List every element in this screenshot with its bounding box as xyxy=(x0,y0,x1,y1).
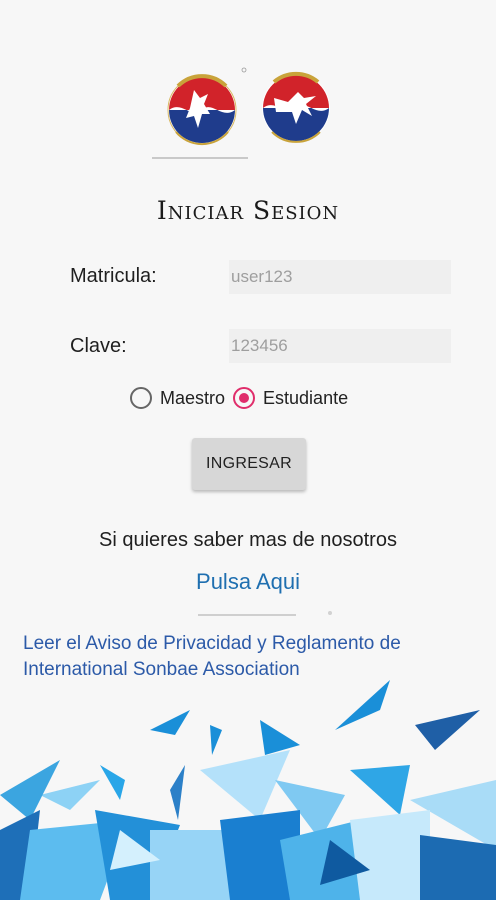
logos xyxy=(150,62,350,166)
association-logo-icon xyxy=(152,67,330,159)
estudiante-radio-label[interactable]: Estudiante xyxy=(263,388,348,409)
maestro-radio[interactable] xyxy=(130,387,152,409)
estudiante-radio[interactable] xyxy=(233,387,256,409)
matricula-input[interactable] xyxy=(229,260,451,294)
privacy-line-1: Leer el Aviso de Privacidad y Reglamento… xyxy=(23,633,401,654)
decorative-triangles xyxy=(0,680,496,900)
maestro-radio-label[interactable]: Maestro xyxy=(160,388,225,409)
clave-input[interactable] xyxy=(229,329,451,363)
divider-dot xyxy=(328,611,332,615)
page-title: Iniciar Sesion xyxy=(156,196,340,225)
role-radio-group: Maestro Estudiante xyxy=(130,383,356,413)
pulsa-aqui-link[interactable]: Pulsa Aqui xyxy=(0,569,496,595)
info-text: Si quieres saber mas de nosotros xyxy=(99,529,397,551)
matricula-label: Matricula: xyxy=(70,265,157,287)
ingresar-button[interactable]: INGRESAR xyxy=(192,438,306,490)
divider xyxy=(198,614,296,616)
clave-label: Clave: xyxy=(70,335,127,357)
